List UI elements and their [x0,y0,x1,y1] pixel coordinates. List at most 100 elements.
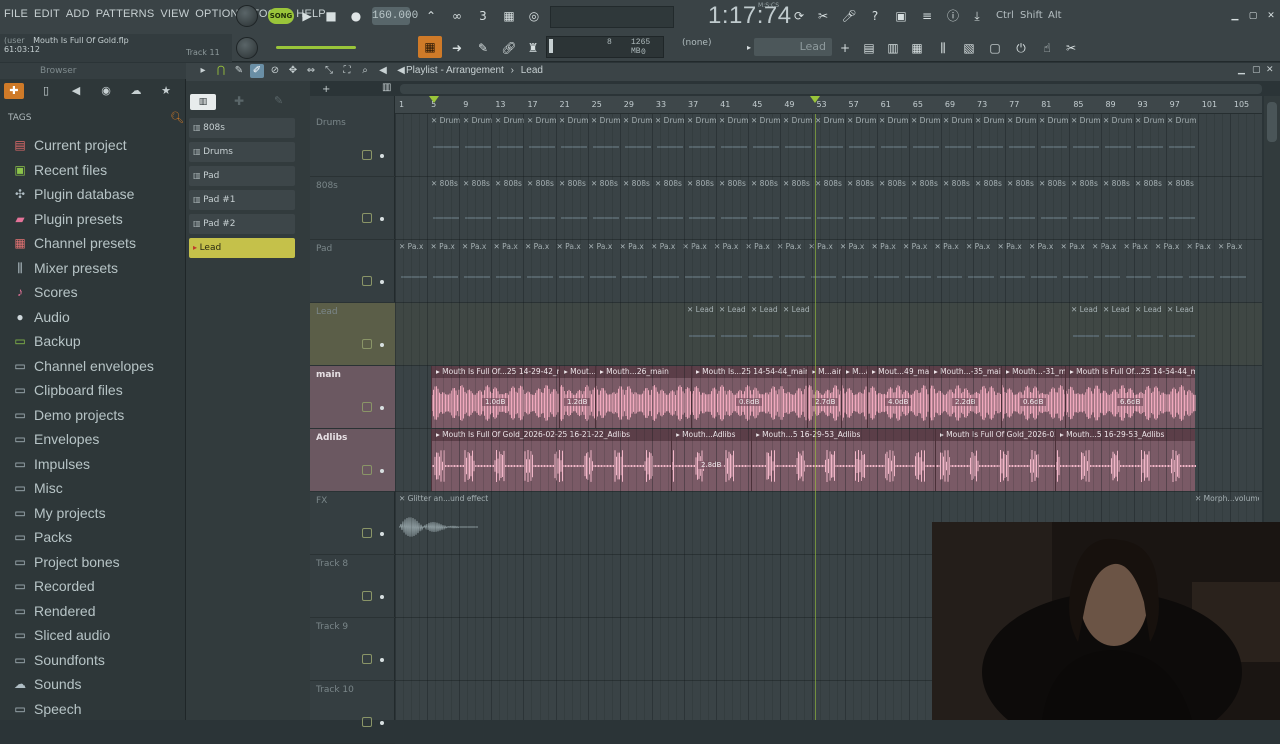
track-mute-icon[interactable] [362,717,372,727]
picker-pattern-icon[interactable]: ▥ [190,94,216,110]
track-lane[interactable]: ✕ 808s ✕ 808s ✕ 808s ✕ 808s ✕ 808s ✕ 808s ✕ 80… [395,177,1262,240]
track-mute-icon[interactable] [362,213,372,223]
browser-item-packs[interactable]: ▭ Packs [12,525,182,550]
track-mute-icon[interactable] [362,528,372,538]
browser-item-my-projects[interactable]: ▭ My projects [12,501,182,526]
pl-zoom-icon[interactable]: ⌕ [358,64,372,78]
add-pattern-icon[interactable]: + [834,37,856,59]
pattern-clip[interactable]: ✕ Pa.x [588,242,618,252]
pattern-clip[interactable]: ✕ Drums [975,116,1005,126]
audio-clip[interactable]: ▸ Mouth...5 16-29-53_Adlibs [751,429,936,491]
search-icon[interactable]: 🔍︎ [170,111,184,124]
tempo-display[interactable]: 160.000 [372,7,418,25]
pattern-clip[interactable]: ✕ Lead [751,305,781,315]
audio-clip[interactable]: ▸ Mouth...26_main [595,366,691,428]
track-record-indicator[interactable] [380,595,384,599]
track-header[interactable]: FX [310,492,395,555]
pattern-clip[interactable]: ✕ 808s [879,179,909,189]
pattern-clip[interactable]: ✕ Lead [1103,305,1133,315]
track-lane[interactable]: ▸ Mouth Is Full Of...25 14-29-42_main 1.0… [395,366,1262,429]
pattern-clip[interactable]: ✕ Pa.x [777,242,807,252]
microphone-icon[interactable]: 🎤︎ [838,5,860,27]
playlist-horizontal-scrollbar[interactable] [400,84,1262,94]
track-header[interactable]: Track 8 [310,555,395,618]
menu-view[interactable]: VIEW [160,8,189,20]
pl-slip-icon[interactable]: ⇔ [304,64,318,78]
browser-star-icon[interactable]: ★ [158,83,174,99]
pl-slice-icon[interactable]: ⤡ [322,64,336,78]
mixer-view-icon[interactable]: ⫼ [932,37,954,59]
pattern-clip[interactable]: ✕ Pa.x [620,242,650,252]
pattern-clip[interactable]: ✕ 808s [1071,179,1101,189]
track-record-indicator[interactable] [380,469,384,473]
track-header[interactable]: main [310,366,395,429]
pl-play-icon[interactable]: ◀ [376,64,390,78]
pattern-view-icon[interactable]: ▥ [382,82,391,93]
pattern-clip[interactable]: ✕ Pa.x [1029,242,1059,252]
pattern-clip[interactable]: ✕ 808s [943,179,973,189]
browser-item-recent-files[interactable]: ▣ Recent files [12,158,182,183]
pl-delete-icon[interactable]: ⊘ [268,64,282,78]
browser-item-project-bones[interactable]: ▭ Project bones [12,550,182,575]
browser-back-icon[interactable]: ◀ [68,83,84,99]
arrow-right-icon[interactable]: ➜ [446,37,468,59]
pattern-item[interactable]: ▸ Lead [189,238,295,258]
browser-item-soundfonts[interactable]: ▭ Soundfonts [12,648,182,673]
ctrl-key[interactable]: Ctrl [996,10,1014,21]
master-volume-knob[interactable] [236,5,258,27]
track-lane[interactable]: ✕ Lead ✕ Lead ✕ Lead ✕ Lead ✕ Lead ✕ Lead ✕ Le… [395,303,1262,366]
wait-input-icon[interactable]: ∞ [446,5,468,27]
pattern-clip[interactable]: ✕ 808s [847,179,877,189]
browser-cloud-icon[interactable]: ☁ [128,83,144,99]
track-mute-icon[interactable] [362,150,372,160]
timeline-ruler[interactable]: 1 5 9 13 17 21 25 29 33 37 41 45 49 53 57 61 65 69 73 77 81 8… [395,96,1262,114]
playlist-icon[interactable]: ▤ [858,37,880,59]
menu-patterns[interactable]: PATTERNS [96,8,155,20]
pattern-clip[interactable]: ✕ 808s [1103,179,1133,189]
pattern-clip[interactable]: ✕ 808s [527,179,557,189]
track-header[interactable]: Lead [310,303,395,366]
help-icon[interactable]: ? [864,5,886,27]
audio-clip[interactable]: ▸ Mout...49_main 4.0dB [867,366,930,428]
current-pattern-field[interactable]: Lead [754,38,832,56]
pattern-clip[interactable]: ✕ Pa.x [714,242,744,252]
pattern-clip[interactable]: ✕ 808s [719,179,749,189]
pattern-clip[interactable]: ✕ Drums [943,116,973,126]
pattern-clip[interactable]: ✕ Drums [783,116,813,126]
pattern-clip[interactable]: ✕ Drums [623,116,653,126]
step-edit-icon[interactable]: ▦ [498,5,520,27]
track-mute-icon[interactable] [362,591,372,601]
mixer-icon[interactable]: ≡ [916,5,938,27]
browser-item-speech[interactable]: ▭ Speech [12,697,182,722]
pattern-clip[interactable]: ✕ Pa.x [998,242,1028,252]
track-header[interactable]: Track 10 [310,681,395,744]
pl-maximize-icon[interactable]: ▢ [1252,65,1261,75]
pattern-clip[interactable]: ✕ 808s [975,179,1005,189]
menu-edit[interactable]: EDIT [34,8,60,20]
track-mute-icon[interactable] [362,654,372,664]
track-mute-icon[interactable] [362,339,372,349]
pattern-clip[interactable]: ✕ Drums [687,116,717,126]
track-lane[interactable]: ✕ Drums✕ Drums✕ Drums✕ Drums✕ Drums✕ Dru… [395,114,1262,177]
master-pitch-slider[interactable] [276,46,356,49]
audio-clip[interactable]: ▸ M...ain 2.7dB [807,366,842,428]
pattern-clip[interactable]: ✕ Lead [719,305,749,315]
audio-clip[interactable]: ▸ Mouth Is Full Of...25 14-54-44_main 6.6… [1065,366,1196,428]
audio-clip[interactable]: ▸ Mouth Is Full Of Gold_2026-02-25 16-21… [431,429,671,491]
browser-item-audio[interactable]: ● Audio [12,305,182,330]
pattern-clip[interactable]: ✕ 808s [1135,179,1165,189]
countdown-icon[interactable]: 3 [472,5,494,27]
pattern-clip[interactable]: ✕ 808s [463,179,493,189]
pattern-clip[interactable]: ✕ Drums [1135,116,1165,126]
touch-icon[interactable]: ☝ [1036,37,1058,59]
breadcrumb-current[interactable]: Lead [521,65,543,76]
browser-item-sliced-audio[interactable]: ▭ Sliced audio [12,623,182,648]
pattern-clip[interactable]: ✕ 808s [751,179,781,189]
browser-item-recorded[interactable]: ▭ Recorded [12,574,182,599]
browser-files-icon[interactable]: ▯ [38,83,54,99]
download-icon[interactable]: ⤓ [966,5,988,27]
audio-clip[interactable]: ▸ Mouth Is Full Of Gold_2026-02-25 16-32… [935,429,1055,491]
pattern-song-toggle[interactable]: SONG [268,8,294,24]
time-display[interactable]: 1:17:74 [708,2,792,30]
pattern-clip[interactable]: ✕ Drums [911,116,941,126]
